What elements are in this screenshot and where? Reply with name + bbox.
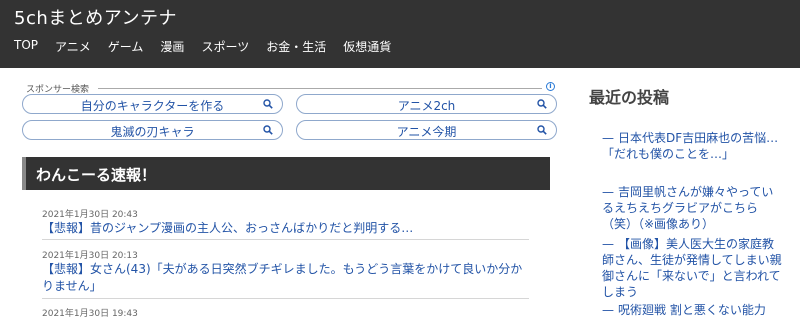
nav-item-game[interactable]: ゲーム [108,38,144,55]
nav-item-top[interactable]: TOP [14,38,38,55]
nav-item-sports[interactable]: スポーツ [201,38,249,55]
article-link[interactable]: 【悲報】昔のジャンプ漫画の主人公、おっさんばかりだと判明する… [42,220,529,237]
sponsor-search-2[interactable]: アニメ2ch [296,94,557,114]
article-link[interactable]: 【悲報】女さん(43)「夫がある日突然ブチギレました。もうどう言葉をかけて良いか… [42,261,529,295]
recent-post-link[interactable]: — 吉岡里帆さんが嫌々やっているえちえちグラビアがこちら（笑）（※画像あり） [602,184,782,232]
dash-bullet: — [602,131,614,145]
blog-header-accent [22,157,26,190]
sponsor-divider [98,88,542,89]
sponsor-search-label: アニメ2ch [397,99,456,113]
site-header: 5chまとめアンテナ TOP アニメ ゲーム 漫画 スポーツ お金・生活 仮想通… [0,0,800,68]
info-icon[interactable]: i [546,82,555,91]
nav-item-anime[interactable]: アニメ [55,38,91,55]
blog-header: わんこーる速報！ [22,157,550,190]
recent-post-label: 日本代表DF吉田麻也の苦悩…「だれも僕のことを…」 [602,131,779,161]
recent-post-link[interactable]: — 日本代表DF吉田麻也の苦悩…「だれも僕のことを…」 [602,130,782,162]
recent-post-link[interactable]: — 【画像】美人医大生の家庭教師さん、生徒が発情してしまい親御さんに「来ないで」と… [602,236,782,300]
article-date: 2021年1月30日 20:13 [42,251,138,261]
sponsor-search-3[interactable]: 鬼滅の刃キャラ [22,120,283,140]
blog-title[interactable]: わんこーる速報！ [36,164,156,185]
recent-posts-title: 最近の投稿 [589,88,670,107]
sponsor-search-1[interactable]: 自分のキャラクターを作る [22,94,283,114]
article-item: 2021年1月30日 20:43 【悲報】昔のジャンプ漫画の主人公、おっさんばか… [42,207,529,237]
search-icon [537,125,547,135]
article-divider [42,239,529,240]
nav-item-money-life[interactable]: お金・生活 [266,38,326,55]
nav-item-manga[interactable]: 漫画 [160,38,184,55]
site-title[interactable]: 5chまとめアンテナ [14,4,177,30]
nav-item-crypto[interactable]: 仮想通貨 [343,38,391,55]
sponsor-search-label: 自分のキャラクターを作る [80,99,225,113]
recent-post-link[interactable]: — 呪術廻戦 割と悪くない能力 [602,302,782,318]
article-divider [42,298,529,299]
article-item: 2021年1月30日 19:43 [42,306,529,319]
recent-post-label: 呪術廻戦 割と悪くない能力 [618,303,766,317]
dash-bullet: — [602,237,614,251]
dash-bullet: — [602,185,614,199]
article-date: 2021年1月30日 19:43 [42,309,138,319]
search-icon [263,125,273,135]
sponsor-search-4[interactable]: アニメ今期 [296,120,557,140]
main-nav: TOP アニメ ゲーム 漫画 スポーツ お金・生活 仮想通貨 [14,38,408,55]
dash-bullet: — [602,303,614,317]
sponsor-search-label: アニメ今期 [396,125,457,139]
recent-post-label: 吉岡里帆さんが嫌々やっているえちえちグラビアがこちら（笑）（※画像あり） [602,185,774,231]
search-icon [263,99,273,109]
article-date: 2021年1月30日 20:43 [42,210,138,220]
recent-post-label: 【画像】美人医大生の家庭教師さん、生徒が発情してしまい親御さんに「来ないで」と言… [602,237,782,299]
article-item: 2021年1月30日 20:13 【悲報】女さん(43)「夫がある日突然ブチギレ… [42,248,529,295]
sponsor-search-label: 鬼滅の刃キャラ [110,125,195,139]
search-icon [537,99,547,109]
